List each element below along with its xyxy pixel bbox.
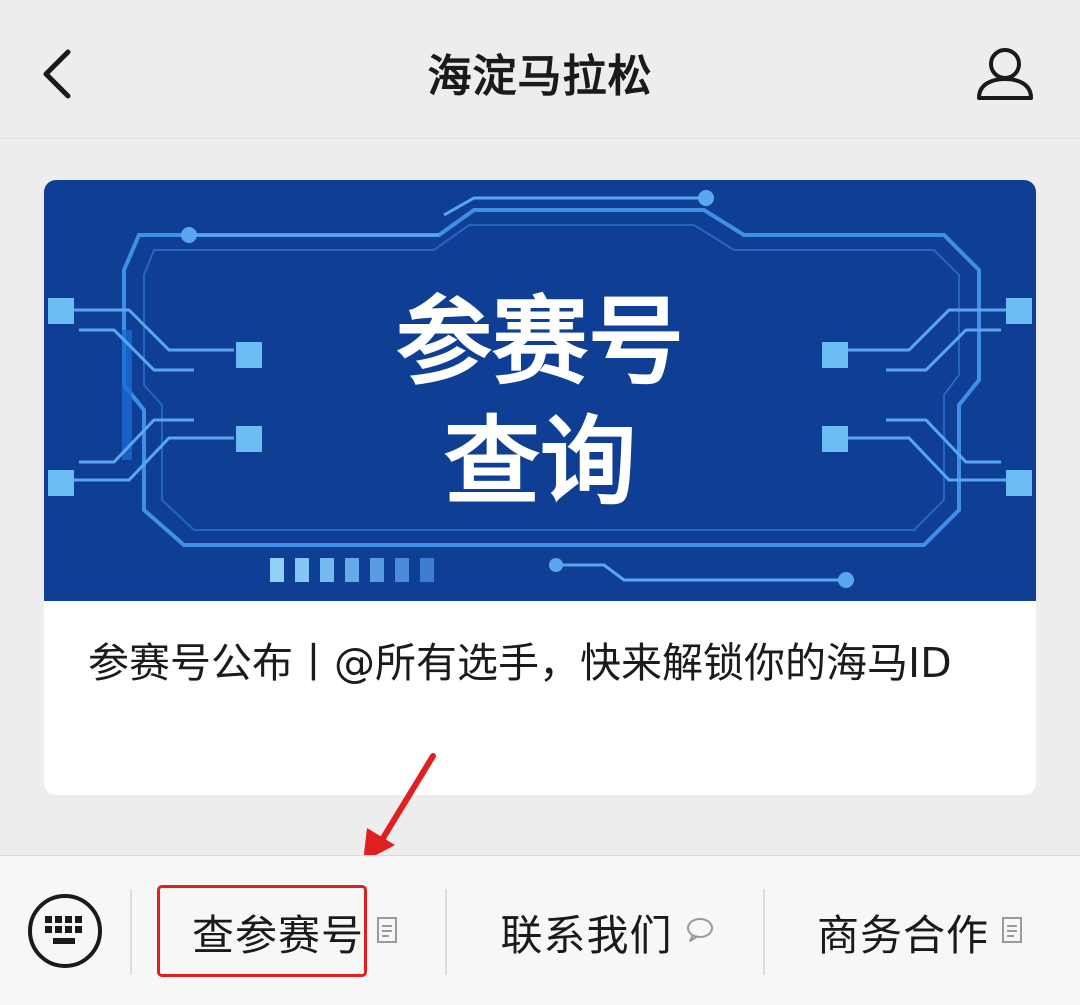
banner-heading-line2: 查询: [444, 406, 636, 518]
top-nav-bar: 海淀马拉松: [0, 0, 1080, 139]
banner-heading-line1: 参赛号: [396, 286, 684, 398]
menu-item-check-bib[interactable]: 查参赛号: [150, 900, 440, 964]
page-icon: [1001, 916, 1023, 948]
keyboard-icon: [45, 916, 82, 944]
person-icon: [977, 48, 1033, 100]
menu-item-business[interactable]: 商务合作: [770, 900, 1070, 964]
menu-item-label: 查参赛号: [191, 910, 364, 960]
annotation-arrow: [363, 753, 436, 862]
article-title[interactable]: 参赛号公布丨@所有选手，快来解锁你的海马ID: [88, 632, 998, 694]
bottom-menu-bar: 查参赛号 联系我们 商务合作: [0, 855, 1080, 1005]
menu-divider: [130, 889, 132, 975]
article-cover-image: 参赛号 查询: [44, 180, 1036, 601]
page-title: 海淀马拉松: [427, 51, 653, 102]
menu-item-label: 联系我们: [500, 910, 673, 960]
article-card[interactable]: 参赛号 查询 参赛号公布丨@所有选手，快来解锁你的海马ID: [44, 180, 1036, 795]
profile-button[interactable]: [970, 44, 1040, 104]
menu-item-label: 商务合作: [816, 910, 989, 960]
menu-divider: [763, 889, 765, 975]
page-icon: [376, 916, 398, 948]
chat-bubble-icon: [685, 917, 715, 947]
menu-divider: [445, 889, 447, 975]
menu-item-contact-us[interactable]: 联系我们: [450, 900, 765, 964]
keyboard-toggle-button[interactable]: [28, 894, 102, 968]
